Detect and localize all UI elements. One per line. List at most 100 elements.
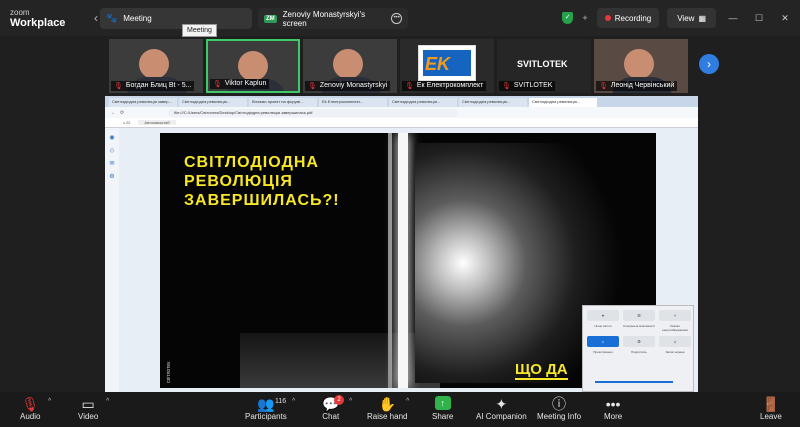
leave-label: Leave (760, 412, 782, 421)
zoom-select[interactable]: Автомасштаб (138, 120, 176, 125)
maximize-icon[interactable]: ☐ (750, 13, 768, 24)
participant-tile[interactable]: 🎙 Леонід Червінський (594, 39, 688, 93)
minimize-icon[interactable]: — (724, 13, 742, 23)
quick-setting-toggle[interactable]: ♫ (659, 336, 691, 347)
participant-name-text: Богдан Блиц Bt - 5... (125, 82, 192, 89)
shared-screen: Світлодіодна революція завер... Світлоді… (105, 96, 698, 392)
address-bar: ← ⟳ file:///C:/Users/Світлотек/Desktop/С… (105, 107, 698, 118)
meeting-info-button[interactable]: ⓘ Meeting Info (537, 396, 581, 421)
light-beam (398, 133, 408, 388)
meeting-toolbar: 🎙 Audio ^ ▭ Video ^ 👥 Participants 116 ^… (0, 392, 800, 427)
meeting-info-label: Meeting Info (537, 412, 582, 421)
more-options-icon[interactable]: ••• (391, 13, 402, 24)
ek-logo: EK (418, 45, 476, 81)
paw-icon: 🐾 (106, 13, 118, 23)
quick-setting-label: Проєктування (593, 350, 613, 354)
tab-screen-share[interactable]: ZM Zenoviy Monastyrskyi's screen ••• (258, 8, 408, 29)
quick-setting-toggle[interactable]: ⚙ (623, 336, 655, 347)
participant-video (139, 49, 169, 79)
sidebar-icon[interactable]: ✉ (105, 160, 119, 167)
participant-tile[interactable]: SVITLOTEK 🎙 SVITLOTEK (497, 39, 591, 93)
page-indicator: з 22 (123, 120, 131, 125)
chevron-up-icon[interactable]: ^ (106, 398, 109, 405)
more-button[interactable]: ••• More (604, 396, 622, 421)
raise-hand-button[interactable]: ✋ Raise hand (367, 396, 407, 421)
quick-setting-toggle[interactable]: ☰ (623, 310, 655, 321)
pdf-toolbar: з 22 Автомасштаб (105, 118, 698, 128)
browser-tab[interactable]: Світлодіодна революція... (179, 98, 247, 107)
participant-name: 🎙 Viktor Kaplun (210, 79, 270, 89)
quick-setting-label: Нічне світло (594, 324, 612, 328)
browser-tab[interactable]: Світлодіодна революція завер... (109, 98, 177, 107)
share-label: Share (432, 412, 454, 421)
light-beam-shadow (388, 133, 392, 388)
brightness-slider[interactable] (595, 381, 673, 383)
video-button[interactable]: ▭ Video (78, 396, 98, 421)
back-arrow-icon[interactable]: ‹ (94, 11, 98, 25)
chevron-up-icon[interactable]: ^ (349, 398, 352, 405)
corridor-floor (240, 333, 440, 388)
quick-setting-toggle[interactable]: ✧ (659, 310, 691, 321)
back-icon[interactable]: ← (111, 110, 116, 116)
mic-muted-icon: 🎙 (405, 83, 414, 90)
tooltip: Meeting (182, 24, 217, 37)
quick-setting-toggle[interactable]: ⌖ (587, 310, 619, 321)
url-field[interactable]: file:///C:/Users/Світлотек/Desktop/Світл… (168, 108, 459, 117)
close-icon[interactable]: ✕ (776, 13, 794, 24)
slide-heading: СВІТЛОДІОДНА РЕВОЛЮЦІЯ ЗАВЕРШИЛАСЬ?! (184, 154, 340, 209)
participant-name-text: SVITLOTEK (513, 82, 553, 89)
participant-tile-active-speaker[interactable]: 🎙 Viktor Kaplun (206, 39, 300, 93)
browser-tab[interactable]: Вітаємо проект на форумі... (249, 98, 317, 107)
quick-settings-panel: ⌖ ☰ ✧ Нічне світло Спеціальні можливості… (582, 305, 694, 392)
brand-bottom: Workplace (10, 17, 66, 29)
recording-indicator[interactable]: Recording (596, 8, 660, 28)
participant-name: 🎙 Ек Електрокомплект (402, 81, 487, 91)
participant-strip: 🎙 Богдан Блиц Bt - 5... 🎙 Viktor Kaplun 🎙 Z… (109, 39, 688, 93)
participant-tile[interactable]: 🎙 Богдан Блиц Bt - 5... (109, 39, 203, 93)
sidebar-icon[interactable]: ⚙ (105, 173, 119, 180)
share-button[interactable]: ↑ Share (432, 396, 453, 421)
mic-muted-icon: 🎙 (502, 83, 511, 90)
video-label: Video (78, 412, 99, 421)
chevron-up-icon[interactable]: ^ (48, 398, 51, 405)
participant-name-text: Ек Електрокомплект (416, 82, 484, 89)
browser-tab[interactable]: Світлодіодна революція... (389, 98, 457, 107)
sidebar-icon[interactable]: ◉ (105, 134, 119, 141)
quick-setting-label: Запис екрана (665, 350, 685, 354)
recording-label: Recording (614, 13, 652, 23)
browser-tab[interactable]: Ek Електрокомплект... (319, 98, 387, 107)
shield-icon[interactable]: ✓ (562, 12, 574, 24)
leave-button[interactable]: 🚪 Leave (760, 396, 782, 421)
ek-logo-text: EK (425, 54, 451, 74)
audio-button[interactable]: 🎙 Audio (20, 396, 40, 421)
quick-setting-toggle-on[interactable]: ☼ (587, 336, 619, 347)
info-icon: ⓘ (552, 396, 567, 412)
more-dots-icon: ••• (605, 396, 621, 412)
chevron-up-icon[interactable]: ^ (406, 398, 409, 405)
reload-icon[interactable]: ⟳ (120, 110, 124, 116)
slide-brand-vertical: світлотек (166, 361, 172, 383)
tab-meeting[interactable]: 🐾 Meeting (100, 8, 252, 29)
next-page-arrow-icon[interactable]: › (699, 54, 719, 74)
participant-name-text: Viktor Kaplun (224, 80, 267, 87)
more-label: More (604, 412, 623, 421)
view-button[interactable]: View ▦ (667, 8, 716, 28)
mic-muted-icon: 🎙 (599, 83, 608, 90)
browser-tab-bar: Світлодіодна революція завер... Світлоді… (105, 96, 698, 107)
participants-label: Participants (245, 412, 287, 421)
participant-tile[interactable]: 🎙 Zenoviy Monastyrskyi (303, 39, 397, 93)
participant-count: 116 (275, 398, 287, 405)
quick-setting-label: Поділитись (631, 350, 647, 354)
browser-tab[interactable]: Світлодіодна революція... (459, 98, 527, 107)
quick-setting-label: Режим енергозбереження (662, 324, 688, 332)
chevron-up-icon[interactable]: ^ (292, 398, 295, 405)
sidebar-icon[interactable]: ◇ (105, 147, 119, 154)
participant-name: 🎙 Леонід Червінський (596, 81, 678, 91)
ai-sparkle-icon[interactable]: ✦ (581, 13, 589, 24)
chat-unread-badge: 2 (334, 395, 344, 405)
participant-card-text: SVITLOTEK (517, 59, 568, 69)
participant-tile[interactable]: EK 🎙 Ек Електрокомплект (400, 39, 494, 93)
mic-muted-icon: 🎙 (114, 83, 123, 90)
ai-companion-button[interactable]: ✦ AI Companion (476, 396, 527, 421)
browser-tab-active[interactable]: Світлодіодна революція... (529, 98, 597, 107)
